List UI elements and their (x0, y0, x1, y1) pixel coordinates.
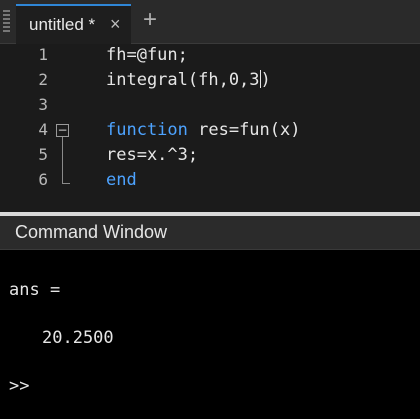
add-tab-icon[interactable]: + (143, 8, 157, 32)
keyword-end: end (106, 170, 137, 190)
line-number: 4 (38, 120, 48, 139)
output-value: 20.2500 (42, 328, 114, 348)
code-text: res=fun(x) (187, 120, 301, 140)
code-line-1[interactable]: fh=@fun; (106, 45, 188, 65)
command-window-header: Command Window (0, 216, 420, 250)
collapse-icon[interactable]: − (56, 124, 69, 137)
code-line-6[interactable]: end (106, 170, 137, 190)
command-window-title: Command Window (15, 222, 168, 242)
line-number-gutter: 1 2 3 4 5 6 (0, 44, 55, 212)
line-number: 3 (38, 95, 48, 114)
drag-grip-icon[interactable] (3, 10, 10, 32)
code-text: fh=@fun; (106, 45, 188, 65)
code-text-closing-paren: ) (260, 70, 271, 90)
code-line-2[interactable]: integral(fh,0,3) (106, 70, 271, 90)
code-line-5[interactable]: res=x.^3; (106, 145, 198, 165)
line-number: 1 (38, 45, 48, 64)
tab-untitled[interactable]: untitled * × (16, 4, 131, 44)
command-prompt[interactable]: >> (9, 376, 29, 396)
output-label: ans = (9, 280, 61, 300)
fold-guide-line (62, 137, 63, 183)
code-text: integral(fh,0,3 (106, 70, 260, 90)
line-number: 6 (38, 170, 48, 189)
matlab-app: untitled * × + 1 2 3 4 5 6 − fh=@fun; in… (0, 0, 420, 419)
line-number: 2 (38, 70, 48, 89)
editor-tab-bar: untitled * × + (0, 0, 420, 44)
close-icon[interactable]: × (110, 14, 121, 34)
code-text: res=x.^3; (106, 145, 199, 165)
code-editor[interactable]: 1 2 3 4 5 6 − fh=@fun; integral(fh,0,3) … (0, 44, 420, 212)
line-number: 5 (38, 145, 48, 164)
command-window-output[interactable]: ans = 20.2500 >> (0, 250, 420, 419)
fold-guide-end (62, 183, 70, 184)
code-line-4[interactable]: function res=fun(x) (106, 120, 300, 140)
tab-title: untitled * (29, 15, 96, 34)
keyword-function: function (106, 120, 188, 140)
